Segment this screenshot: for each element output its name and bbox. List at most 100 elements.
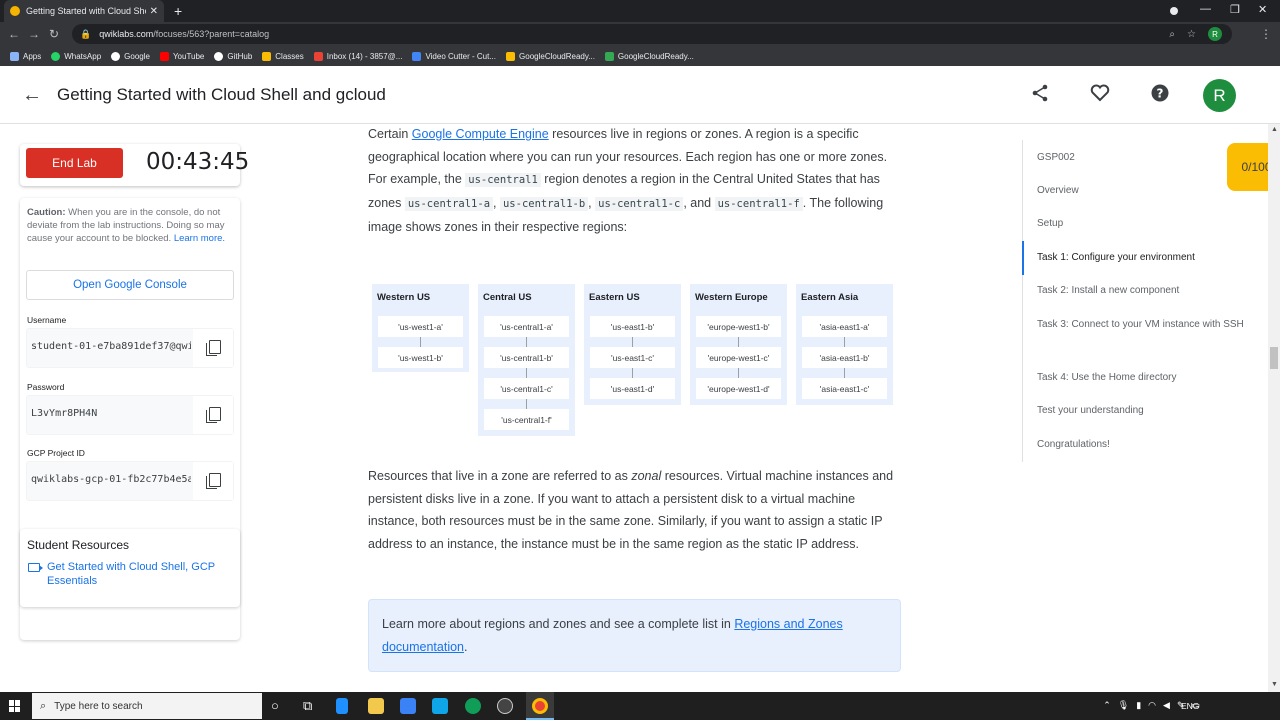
username-value[interactable]: student-01-e7ba891def37@qwiklabs.net [31,341,191,352]
password-value[interactable]: L3vYmr8PH4N [31,408,191,419]
zone-box: 'asia-east1-c' [802,378,887,399]
taskbar-search-placeholder: Type here to search [54,700,143,712]
bookmark-item[interactable]: GoogleCloudReady... [506,51,595,61]
bookmark-item[interactable]: Inbox (14) - 3857@... [313,51,402,61]
compute-engine-link[interactable]: Google Compute Engine [412,127,549,141]
media-indicator-icon[interactable] [1170,7,1178,15]
note-callout: Learn more about regions and zones and s… [368,599,901,672]
project-id-label: GCP Project ID [27,448,85,458]
url-host: qwiklabs.com [99,29,154,39]
back-icon[interactable]: ← [4,27,24,41]
restore-icon[interactable]: ❐ [1230,3,1240,16]
toc-item[interactable]: Overview [1037,181,1252,201]
bookmark-item[interactable]: WhatsApp [51,51,101,61]
copy-username-button[interactable] [193,329,233,367]
project-id-value[interactable]: qwiklabs-gcp-01-fb2c77b4e5a1 [31,474,191,485]
windows-start-icon[interactable] [9,700,21,712]
project-id-field: qwiklabs-gcp-01-fb2c77b4e5a1 [26,461,234,501]
region-name: Eastern US [589,292,640,303]
zone-connector [738,337,739,347]
browser-menu-icon[interactable]: ⋮ [1260,27,1272,41]
toc-item[interactable]: Test your understanding [1037,401,1252,421]
bookmark-item[interactable]: Google [111,51,150,61]
zone-connector [526,337,527,347]
zone-box: 'us-central1-f' [484,409,569,430]
windows-taskbar: ⌕ Type here to search ○ ⧉ ⌃ 🎙 ▮ ◠ ◀ ✎ ▭ … [0,692,1280,720]
page-scrollbar[interactable]: ▲ ▼ [1268,124,1280,692]
tab-close-icon[interactable]: ✕ [150,6,158,17]
zone-box: 'us-east1-b' [590,316,675,337]
scroll-thumb[interactable] [1270,347,1278,369]
toc-item[interactable]: Task 4: Use the Home directory [1037,368,1252,388]
battery-icon[interactable]: ▮ [1136,700,1141,711]
wifi-icon[interactable]: ◠ [1148,700,1156,711]
new-tab-icon[interactable]: + [174,3,182,19]
copy-project-id-button[interactable] [193,462,233,500]
edge-icon[interactable] [465,698,481,714]
scroll-up-icon[interactable]: ▲ [1271,126,1278,133]
student-resources-title: Student Resources [27,538,130,552]
classes-icon [262,51,272,61]
app-header: ← Getting Started with Cloud Shell and g… [0,66,1280,124]
zone-box: 'us-east1-c' [590,347,675,368]
toc-item[interactable]: GSP002 [1037,148,1252,168]
volume-icon[interactable]: ◀ [1163,700,1170,711]
code-zone: us-central1-f [714,197,803,212]
cortana-icon[interactable]: ○ [271,698,279,713]
region-western-us: Western US 'us-west1-a' 'us-west1-b' [372,284,469,372]
bookmark-item[interactable]: Apps [10,51,41,61]
resource-link[interactable]: Get Started with Cloud Shell, GCP Essent… [47,560,237,588]
profile-avatar[interactable]: R [1208,27,1222,41]
bookmark-item[interactable]: Classes [262,51,304,61]
back-arrow-icon[interactable]: ← [22,84,42,107]
bookmark-star-icon[interactable]: ☆ [1187,29,1196,40]
show-hidden-icon[interactable]: ⌃ [1103,700,1111,711]
password-label: Password [27,382,65,392]
favorite-heart-icon[interactable] [1090,84,1110,107]
toc-item[interactable]: Setup [1037,214,1252,234]
app-icon[interactable] [497,698,513,714]
learn-more-link[interactable]: Learn more. [174,233,225,244]
language-indicator[interactable]: ENG [1181,701,1199,711]
close-window-icon[interactable]: ✕ [1258,3,1267,16]
copy-password-button[interactable] [193,396,233,434]
phone-app-icon[interactable] [336,698,348,714]
code-zone: us-central1-b [499,197,589,212]
zone-box: 'us-central1-c' [484,378,569,399]
google-icon [111,51,121,61]
taskbar-search[interactable]: ⌕ Type here to search [32,693,262,719]
toc-item[interactable]: Task 2: Install a new component [1037,281,1252,301]
lock-icon[interactable]: 🔒 [80,29,91,40]
toc-item[interactable]: Task 3: Connect to your VM instance with… [1037,315,1252,335]
forward-icon[interactable]: → [24,27,44,41]
zoom-icon[interactable]: ⌕ [1169,29,1175,40]
bookmark-item[interactable]: GoogleCloudReady... [604,51,694,61]
open-console-button[interactable]: Open Google Console [26,270,234,300]
zone-box: 'asia-east1-b' [802,347,887,368]
bookmarks-bar: Apps WhatsApp Google YouTube GitHub Clas… [0,46,1280,66]
share-icon[interactable] [1031,84,1049,107]
bookmark-item[interactable]: YouTube [159,51,204,61]
bookmark-item[interactable]: GitHub [214,51,252,61]
toc-item[interactable]: Congratulations! [1037,435,1252,455]
task-view-icon[interactable]: ⧉ [303,698,312,714]
file-explorer-icon[interactable] [368,698,384,714]
minimize-icon[interactable]: — [1200,3,1211,15]
video-cutter-icon [412,51,422,61]
whatsapp-icon [51,51,61,61]
browser-tab[interactable]: Getting Started with Cloud Shell ✕ [4,0,164,22]
copy-icon [206,473,221,489]
reload-icon[interactable]: ↻ [44,27,64,41]
mail-icon[interactable] [432,698,448,714]
toc-item-active[interactable]: Task 1: Configure your environment [1037,248,1252,268]
code-zone: us-central1-c [595,197,684,212]
store-icon[interactable] [400,698,416,714]
address-bar[interactable]: 🔒 qwiklabs.com/focuses/563?parent=catalo… [72,24,1232,44]
end-lab-button[interactable]: End Lab [26,148,123,178]
help-icon[interactable]: ? [1151,84,1169,107]
bookmark-item[interactable]: Video Cutter - Cut... [412,51,496,61]
chrome-icon[interactable] [532,698,548,714]
user-avatar[interactable]: R [1203,79,1236,112]
scroll-down-icon[interactable]: ▼ [1271,681,1278,688]
microphone-icon[interactable]: 🎙 [1118,700,1129,711]
